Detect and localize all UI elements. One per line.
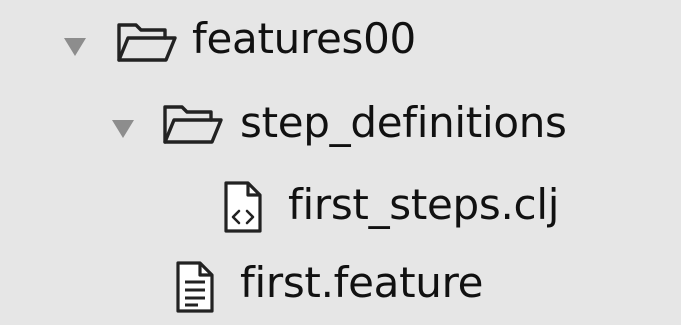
tree-item-first-feature[interactable]: first.feature — [0, 246, 681, 325]
folder-open-icon — [163, 105, 223, 144]
disclosure-triangle-down-icon[interactable] — [112, 120, 134, 138]
tree-item-label: step_definitions — [240, 98, 567, 147]
tree-item-features00[interactable]: features00 — [0, 0, 681, 80]
tree-item-step-definitions[interactable]: step_definitions — [0, 82, 681, 162]
folder-open-icon — [117, 23, 177, 62]
tree-item-label: features00 — [192, 14, 416, 63]
file-tree: features00 step_definitions first_steps.… — [0, 0, 681, 325]
tree-item-label: first.feature — [240, 258, 484, 307]
tree-item-label: first_steps.clj — [288, 180, 560, 229]
text-file-icon — [176, 261, 214, 313]
tree-item-first-steps-clj[interactable]: first_steps.clj — [0, 166, 681, 246]
code-file-icon — [224, 181, 262, 233]
disclosure-triangle-down-icon[interactable] — [64, 38, 86, 56]
